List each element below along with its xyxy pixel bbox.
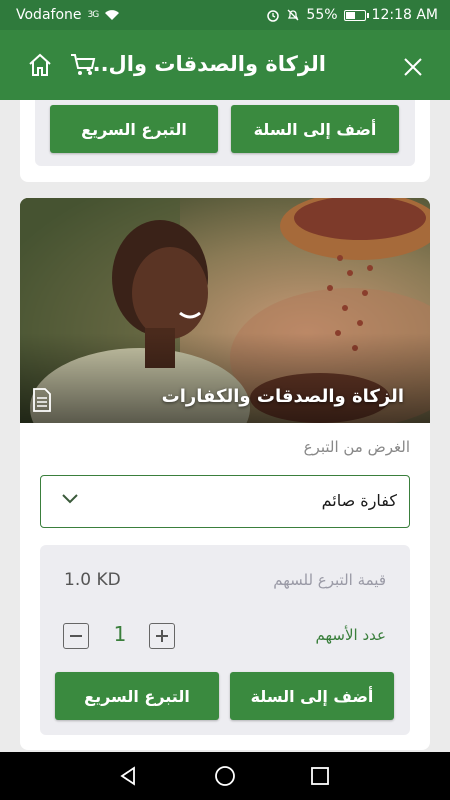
add-to-cart-button[interactable]: أضف إلى السلة xyxy=(230,672,394,720)
app-bar: الزكاة والصدقات وال... xyxy=(0,30,450,100)
quantity-value: 1 xyxy=(113,622,127,646)
purpose-select[interactable]: كفارة صائم xyxy=(40,475,410,528)
wifi-icon xyxy=(105,10,120,20)
battery-percent: 55% xyxy=(306,7,338,23)
plus-icon xyxy=(156,630,168,642)
share-value: 1.0 KD xyxy=(64,570,121,590)
recents-icon[interactable] xyxy=(308,764,332,788)
donation-panel: قيمة التبرع للسهم 1.0 KD عدد الأسهم 1 ال… xyxy=(40,545,410,735)
alarm-icon xyxy=(267,10,280,22)
mute-icon xyxy=(287,9,299,21)
increase-button[interactable] xyxy=(149,623,175,649)
add-to-cart-button[interactable]: أضف إلى السلة xyxy=(231,105,399,153)
back-icon[interactable] xyxy=(116,764,140,788)
project-card: الزكاة والصدقات والكفارات الغرض من التبر… xyxy=(20,198,430,750)
carrier-name: Vodafone xyxy=(16,7,82,23)
battery-icon xyxy=(343,9,369,21)
page-title: الزكاة والصدقات وال... xyxy=(84,52,326,76)
status-bar: Vodafone 3G 55% 12:18 AM xyxy=(0,0,450,30)
clock: 12:18 AM xyxy=(371,7,438,23)
system-nav-bar xyxy=(0,752,450,800)
purpose-selected-value: كفارة صائم xyxy=(321,491,397,510)
document-icon[interactable] xyxy=(32,388,52,416)
purpose-label: الغرض من التبرع xyxy=(303,438,410,456)
network-type: 3G xyxy=(87,10,100,20)
previous-project-card: التبرع السريع أضف إلى السلة xyxy=(20,100,430,182)
home-nav-icon[interactable] xyxy=(213,764,237,788)
previous-card-panel: التبرع السريع أضف إلى السلة xyxy=(35,100,415,166)
share-value-label: قيمة التبرع للسهم xyxy=(273,571,386,589)
project-image[interactable]: الزكاة والصدقات والكفارات xyxy=(20,198,430,423)
project-title: الزكاة والصدقات والكفارات xyxy=(161,386,404,407)
close-icon[interactable] xyxy=(398,52,428,82)
minus-icon xyxy=(70,635,82,637)
quick-donate-button[interactable]: التبرع السريع xyxy=(55,672,219,720)
quick-donate-button[interactable]: التبرع السريع xyxy=(50,105,218,153)
decrease-button[interactable] xyxy=(63,623,89,649)
home-icon[interactable] xyxy=(25,50,55,80)
shares-count-label: عدد الأسهم xyxy=(315,626,386,644)
chevron-down-icon xyxy=(62,494,78,504)
